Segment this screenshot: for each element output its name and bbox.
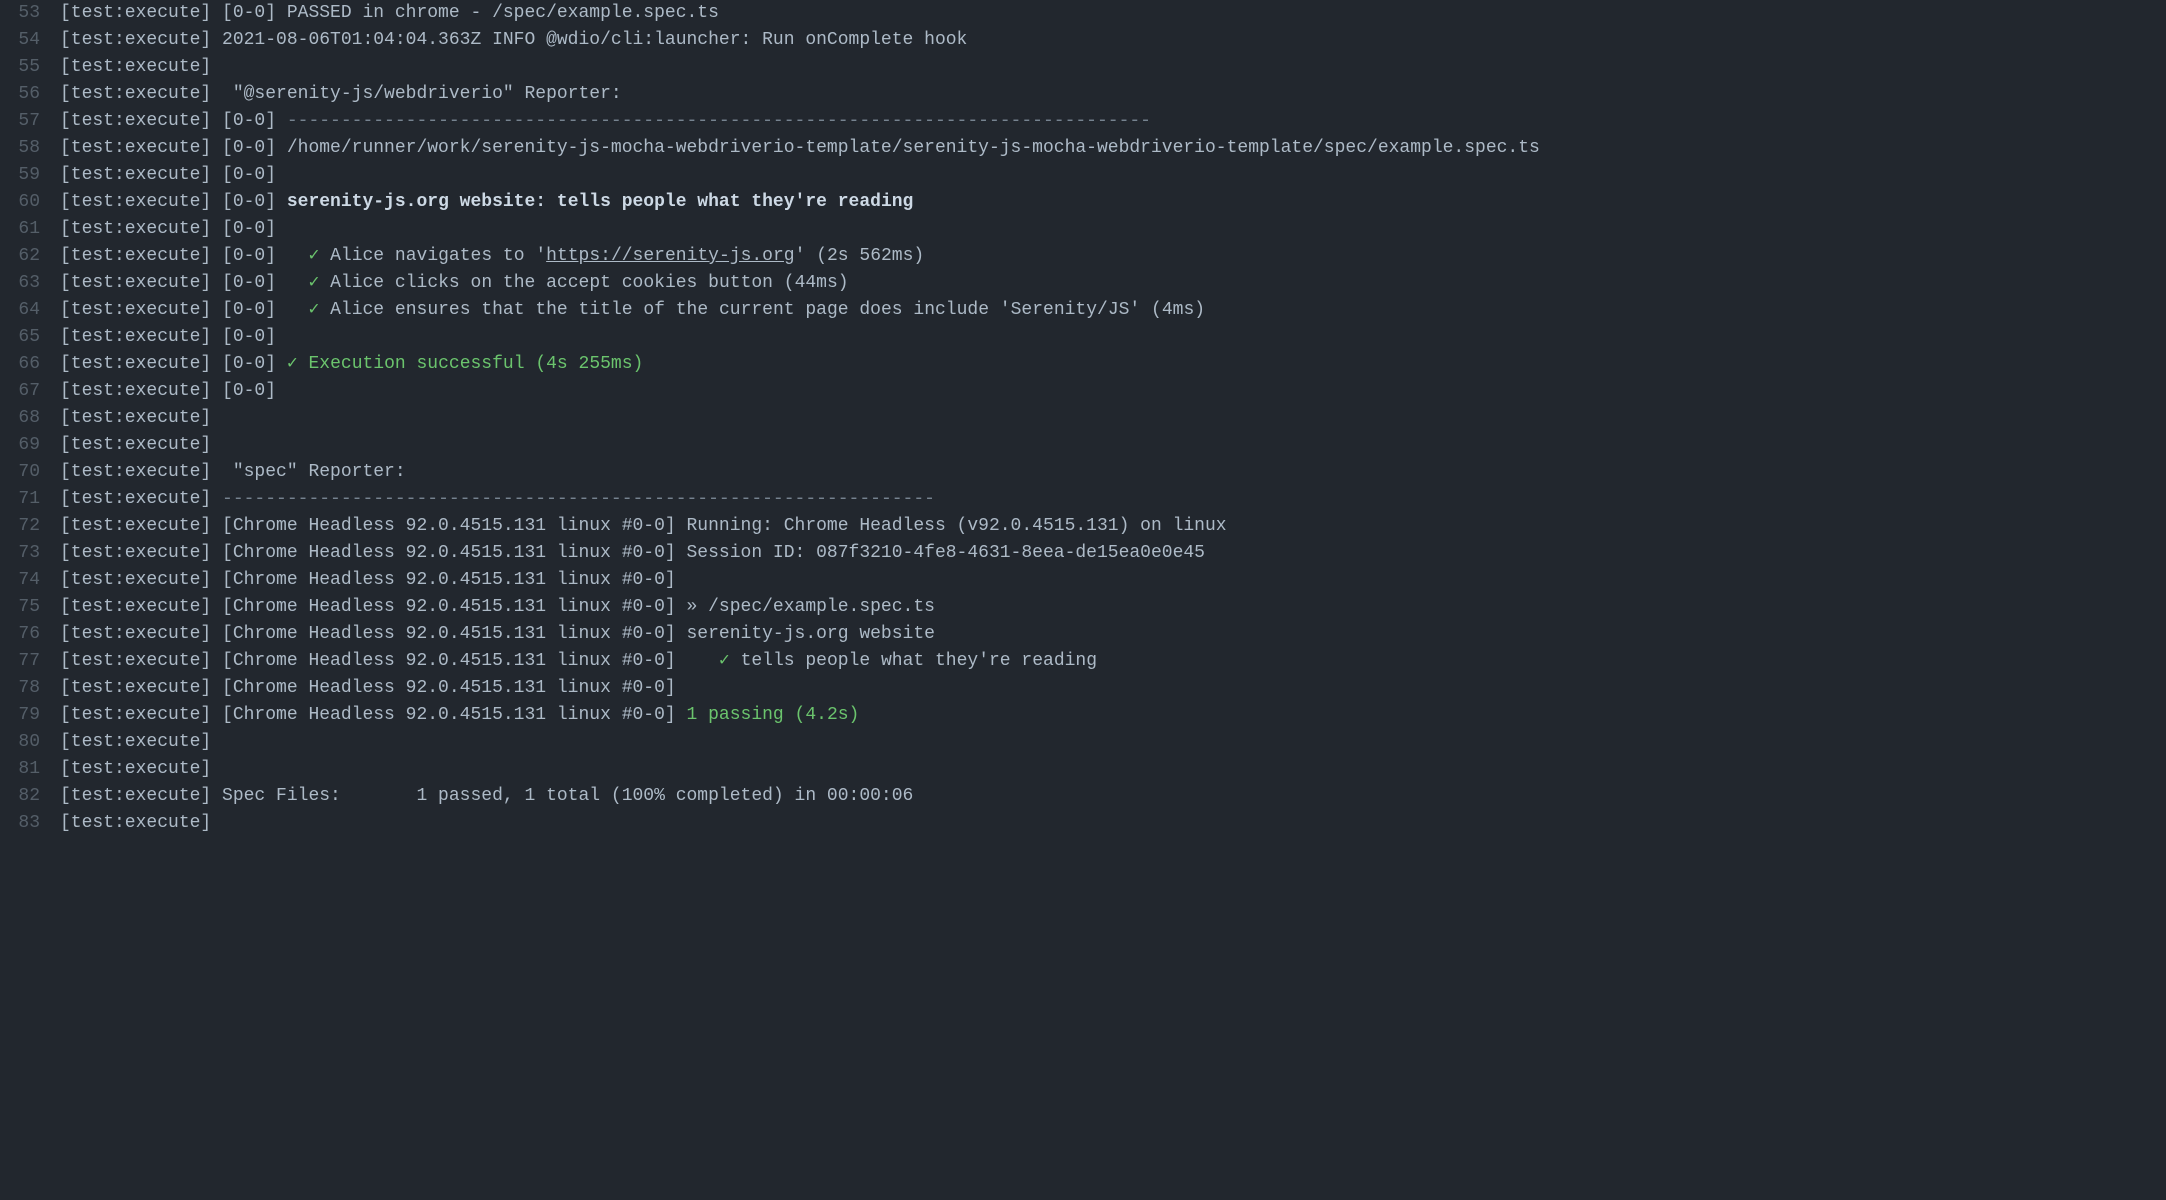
log-line: 67[test:execute] [0-0] [0, 378, 2166, 405]
line-number: 61 [0, 216, 60, 243]
line-content: [test:execute] [60, 810, 2166, 837]
log-output[interactable]: 53[test:execute] [0-0] PASSED in chrome … [0, 0, 2166, 837]
line-number: 78 [0, 675, 60, 702]
line-number: 83 [0, 810, 60, 837]
log-line: 70[test:execute] "spec" Reporter: [0, 459, 2166, 486]
line-number: 66 [0, 351, 60, 378]
log-line: 60[test:execute] [0-0] serenity-js.org w… [0, 189, 2166, 216]
log-line: 59[test:execute] [0-0] [0, 162, 2166, 189]
line-number: 69 [0, 432, 60, 459]
line-number: 65 [0, 324, 60, 351]
line-number: 55 [0, 54, 60, 81]
log-line: 79[test:execute] [Chrome Headless 92.0.4… [0, 702, 2166, 729]
line-content: [test:execute] -------------------------… [60, 486, 2166, 513]
line-content: [test:execute] [Chrome Headless 92.0.451… [60, 567, 2166, 594]
line-number: 63 [0, 270, 60, 297]
log-line: 57[test:execute] [0-0] -----------------… [0, 108, 2166, 135]
log-line: 68[test:execute] [0, 405, 2166, 432]
log-line: 81[test:execute] [0, 756, 2166, 783]
log-line: 62[test:execute] [0-0] ✓ Alice navigates… [0, 243, 2166, 270]
line-number: 79 [0, 702, 60, 729]
line-content: [test:execute] [0-0] [60, 216, 2166, 243]
line-content: [test:execute] [0-0] -------------------… [60, 108, 2166, 135]
log-line: 78[test:execute] [Chrome Headless 92.0.4… [0, 675, 2166, 702]
line-number: 59 [0, 162, 60, 189]
log-line: 82[test:execute] Spec Files: 1 passed, 1… [0, 783, 2166, 810]
line-number: 81 [0, 756, 60, 783]
log-line: 64[test:execute] [0-0] ✓ Alice ensures t… [0, 297, 2166, 324]
line-content: [test:execute] [Chrome Headless 92.0.451… [60, 540, 2166, 567]
line-content: [test:execute] [Chrome Headless 92.0.451… [60, 513, 2166, 540]
line-content: [test:execute] [60, 432, 2166, 459]
log-line: 73[test:execute] [Chrome Headless 92.0.4… [0, 540, 2166, 567]
log-line: 66[test:execute] [0-0] ✓ Execution succe… [0, 351, 2166, 378]
line-content: [test:execute] [0-0] PASSED in chrome - … [60, 0, 2166, 27]
log-line: 76[test:execute] [Chrome Headless 92.0.4… [0, 621, 2166, 648]
log-line: 53[test:execute] [0-0] PASSED in chrome … [0, 0, 2166, 27]
line-content: [test:execute] [0-0] [60, 162, 2166, 189]
line-content: [test:execute] [0-0] ✓ Alice ensures tha… [60, 297, 2166, 324]
line-content: [test:execute] [0-0] ✓ Execution success… [60, 351, 2166, 378]
log-line: 77[test:execute] [Chrome Headless 92.0.4… [0, 648, 2166, 675]
line-content: [test:execute] [Chrome Headless 92.0.451… [60, 621, 2166, 648]
line-number: 80 [0, 729, 60, 756]
log-line: 55[test:execute] [0, 54, 2166, 81]
log-line: 69[test:execute] [0, 432, 2166, 459]
line-number: 71 [0, 486, 60, 513]
line-content: [test:execute] [60, 756, 2166, 783]
line-number: 72 [0, 513, 60, 540]
line-number: 68 [0, 405, 60, 432]
log-line: 72[test:execute] [Chrome Headless 92.0.4… [0, 513, 2166, 540]
line-content: [test:execute] [60, 729, 2166, 756]
line-content: [test:execute] [0-0] serenity-js.org web… [60, 189, 2166, 216]
log-line: 75[test:execute] [Chrome Headless 92.0.4… [0, 594, 2166, 621]
line-content: [test:execute] [0-0] /home/runner/work/s… [60, 135, 2166, 162]
line-number: 54 [0, 27, 60, 54]
line-number: 64 [0, 297, 60, 324]
line-content: [test:execute] [Chrome Headless 92.0.451… [60, 648, 2166, 675]
line-content: [test:execute] [0-0] ✓ Alice navigates t… [60, 243, 2166, 270]
line-number: 58 [0, 135, 60, 162]
line-content: [test:execute] [60, 54, 2166, 81]
line-content: [test:execute] [Chrome Headless 92.0.451… [60, 702, 2166, 729]
line-content: [test:execute] [60, 405, 2166, 432]
line-content: [test:execute] "@serenity-js/webdriverio… [60, 81, 2166, 108]
line-number: 57 [0, 108, 60, 135]
line-number: 70 [0, 459, 60, 486]
line-content: [test:execute] "spec" Reporter: [60, 459, 2166, 486]
line-number: 76 [0, 621, 60, 648]
line-content: [test:execute] [0-0] [60, 324, 2166, 351]
line-content: [test:execute] 2021-08-06T01:04:04.363Z … [60, 27, 2166, 54]
log-line: 54[test:execute] 2021-08-06T01:04:04.363… [0, 27, 2166, 54]
line-content: [test:execute] [Chrome Headless 92.0.451… [60, 675, 2166, 702]
line-number: 67 [0, 378, 60, 405]
line-number: 53 [0, 0, 60, 27]
line-number: 56 [0, 81, 60, 108]
log-line: 71[test:execute] -----------------------… [0, 486, 2166, 513]
log-line: 74[test:execute] [Chrome Headless 92.0.4… [0, 567, 2166, 594]
log-line: 56[test:execute] "@serenity-js/webdriver… [0, 81, 2166, 108]
line-number: 73 [0, 540, 60, 567]
line-number: 60 [0, 189, 60, 216]
line-content: [test:execute] [Chrome Headless 92.0.451… [60, 594, 2166, 621]
log-line: 61[test:execute] [0-0] [0, 216, 2166, 243]
log-line: 83[test:execute] [0, 810, 2166, 837]
line-number: 74 [0, 567, 60, 594]
line-number: 82 [0, 783, 60, 810]
line-number: 62 [0, 243, 60, 270]
line-content: [test:execute] Spec Files: 1 passed, 1 t… [60, 783, 2166, 810]
log-line: 65[test:execute] [0-0] [0, 324, 2166, 351]
line-content: [test:execute] [0-0] ✓ Alice clicks on t… [60, 270, 2166, 297]
line-number: 75 [0, 594, 60, 621]
log-line: 80[test:execute] [0, 729, 2166, 756]
log-line: 58[test:execute] [0-0] /home/runner/work… [0, 135, 2166, 162]
line-content: [test:execute] [0-0] [60, 378, 2166, 405]
line-number: 77 [0, 648, 60, 675]
log-line: 63[test:execute] [0-0] ✓ Alice clicks on… [0, 270, 2166, 297]
